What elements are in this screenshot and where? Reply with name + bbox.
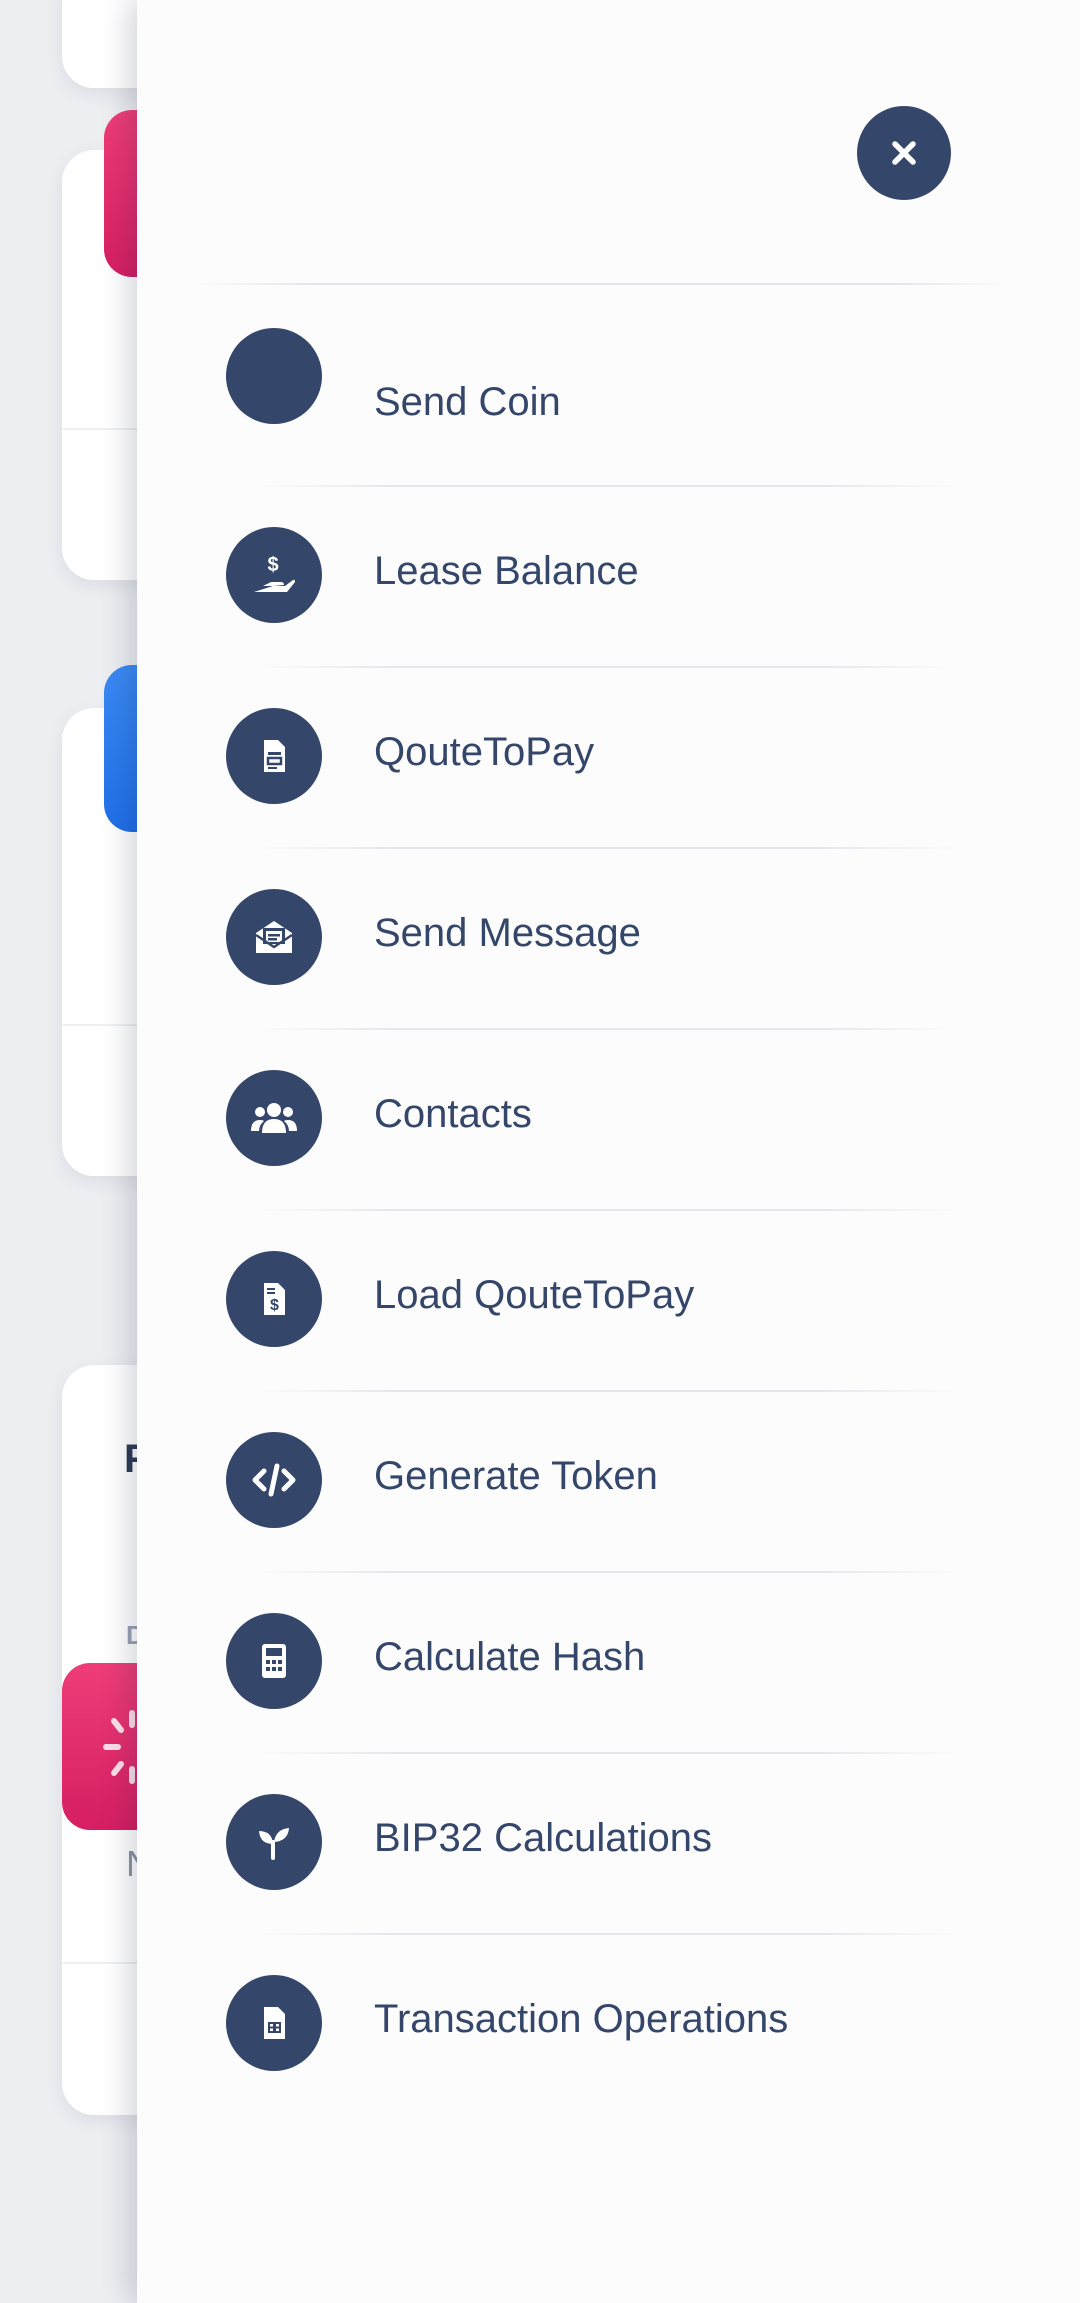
menu-item-send-message[interactable]: Send Message	[137, 849, 1080, 1030]
hand-dollar-icon: $	[226, 527, 322, 623]
blank-icon	[226, 328, 322, 424]
users-icon	[226, 1070, 322, 1166]
menu-item-label: QouteToPay	[374, 730, 595, 774]
menu-item-label: Load QouteToPay	[374, 1273, 695, 1317]
menu-item-label: Calculate Hash	[374, 1635, 646, 1679]
menu-item-label: Send Message	[374, 911, 641, 955]
file-table-icon	[226, 1975, 322, 2071]
document-icon	[226, 708, 322, 804]
menu-item-label: Generate Token	[374, 1454, 658, 1498]
svg-text:$: $	[270, 1297, 279, 1314]
code-icon	[226, 1432, 322, 1528]
menu-item-contacts[interactable]: Contacts	[137, 1030, 1080, 1211]
menu-item-transaction-operations[interactable]: Transaction Operations	[137, 1935, 1080, 2116]
file-dollar-icon: $	[226, 1251, 322, 1347]
close-icon	[892, 141, 916, 165]
drawer-header-divider	[197, 283, 1009, 285]
side-drawer: Send Coin $ Lease Balance QouteToPay Sen…	[137, 0, 1080, 2303]
menu-item-qoutetopay[interactable]: QouteToPay	[137, 668, 1080, 849]
menu-item-bip32-calculations[interactable]: BIP32 Calculations	[137, 1754, 1080, 1935]
menu-item-label: Lease Balance	[374, 549, 639, 593]
menu-item-calculate-hash[interactable]: Calculate Hash	[137, 1573, 1080, 1754]
menu-item-send-coin[interactable]: Send Coin	[137, 306, 1080, 487]
calculator-icon	[226, 1613, 322, 1709]
svg-text:$: $	[267, 554, 278, 576]
close-button[interactable]	[857, 106, 951, 200]
seedling-icon	[226, 1794, 322, 1890]
menu-item-label: BIP32 Calculations	[374, 1816, 712, 1860]
menu-item-load-qoutetopay[interactable]: $ Load QouteToPay	[137, 1211, 1080, 1392]
menu-item-label: Transaction Operations	[374, 1997, 789, 2041]
menu-item-label: Contacts	[374, 1092, 532, 1136]
menu-item-lease-balance[interactable]: $ Lease Balance	[137, 487, 1080, 668]
envelope-open-icon	[226, 889, 322, 985]
menu-item-generate-token[interactable]: Generate Token	[137, 1392, 1080, 1573]
menu-item-label: Send Coin	[374, 380, 561, 424]
